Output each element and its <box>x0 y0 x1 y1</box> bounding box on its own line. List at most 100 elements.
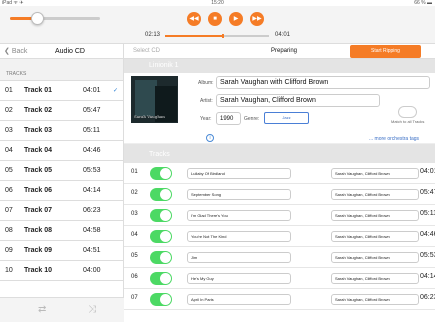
track-title: Track 01 <box>24 87 53 94</box>
track-duration: 05:11 <box>83 127 100 134</box>
shuffle-icon[interactable]: ⤨ <box>88 304 96 315</box>
track-artist-field[interactable]: Sarah Vaughan, Clifford Brown <box>331 168 419 179</box>
year-field[interactable]: 1990 <box>216 112 241 125</box>
track-title-field[interactable]: Jim <box>187 252 291 263</box>
track-duration: 04:51 <box>83 247 101 254</box>
row-number: 07 <box>131 295 138 301</box>
toggle-knob <box>160 189 171 200</box>
album-cover: Sarah Vaughan <box>131 76 178 123</box>
genre-field[interactable]: Jazz <box>264 112 309 124</box>
tracks-section-label: TRACKS <box>0 59 123 81</box>
album-label: Album: <box>198 80 214 86</box>
track-title-field[interactable]: September Song <box>187 189 291 200</box>
track-list-item[interactable]: 09 Track 09 04:51 <box>0 241 123 261</box>
track-duration: 05:47 <box>83 107 101 114</box>
track-number: 01 <box>5 87 13 94</box>
play-icon[interactable]: ▶ <box>229 12 243 26</box>
track-duration: 04:00 <box>83 267 101 274</box>
track-list-item[interactable]: 05 Track 05 05:53 <box>0 161 123 181</box>
start-ripping-button[interactable]: Start Ripping <box>350 45 421 58</box>
track-number: 05 <box>5 167 13 174</box>
row-number: 03 <box>131 211 138 217</box>
row-number: 06 <box>131 274 138 280</box>
previous-icon[interactable]: ◀◀ <box>187 12 201 26</box>
track-sidebar: ❮ Back Audio CD TRACKS 01 Track 01 04:01 ✓ 0… <box>0 44 124 322</box>
row-number: 04 <box>131 232 138 238</box>
track-editor-row: 07 April In Paris Sarah Vaughan, Clifford … <box>124 289 435 310</box>
album-field[interactable]: Sarah Vaughan with Clifford Brown <box>216 76 430 89</box>
genre-label: Genre: <box>244 116 260 122</box>
track-editor-row: 02 September Song Sarah Vaughan, Clifford … <box>124 184 435 205</box>
left-nav-title: Audio CD <box>55 48 85 55</box>
include-track-toggle[interactable] <box>150 272 172 285</box>
stop-icon[interactable]: ■ <box>208 12 222 26</box>
track-list: 01 Track 01 04:01 ✓ 02 Track 02 05:47 03 Track 0… <box>0 81 123 281</box>
volume-knob[interactable] <box>31 12 44 25</box>
track-list-item[interactable]: 02 Track 02 05:47 <box>0 101 123 121</box>
more-tags-link[interactable]: ... more orchestra tags <box>369 136 419 142</box>
track-duration: 05:53 <box>83 167 101 174</box>
track-title-field[interactable]: He's My Guy <box>187 273 291 284</box>
detail-toolbar: Select CD Preparing Start Ripping <box>124 44 435 59</box>
album-section-header: Linionik 1 <box>124 59 435 73</box>
track-list-item[interactable]: 10 Track 10 04:00 <box>0 261 123 281</box>
track-number: 09 <box>5 247 13 254</box>
repeat-icon[interactable]: ⇄ <box>38 304 46 315</box>
track-artist-field[interactable]: Sarah Vaughan, Clifford Brown <box>331 231 419 242</box>
track-editor-row: 01 Lullaby Of Birdland Sarah Vaughan, Clif… <box>124 163 435 184</box>
track-number: 10 <box>5 267 13 274</box>
track-artist-field[interactable]: Sarah Vaughan, Clifford Brown <box>331 273 419 284</box>
select-cd-button[interactable]: Select CD <box>133 44 160 59</box>
track-list-item[interactable]: 04 Track 04 04:46 <box>0 141 123 161</box>
track-artist-field[interactable]: Sarah Vaughan, Clifford Brown <box>331 294 419 305</box>
track-list-item[interactable]: 08 Track 08 04:58 <box>0 221 123 241</box>
track-duration: 04:01 <box>420 168 435 175</box>
track-editor-row: 03 I'm Glad There's You Sarah Vaughan, Cli… <box>124 205 435 226</box>
status-title: Preparing <box>271 48 298 54</box>
track-artist-field[interactable]: Sarah Vaughan, Clifford Brown <box>331 210 419 221</box>
track-duration: 04:14 <box>83 187 101 194</box>
track-title-field[interactable]: April In Paris <box>187 294 291 305</box>
track-title-field[interactable]: Lullaby Of Birdland <box>187 168 291 179</box>
track-duration: 04:01 <box>83 87 101 94</box>
track-title-field[interactable]: I'm Glad There's You <box>187 210 291 221</box>
left-footer: ⇄ ⤨ <box>0 297 124 322</box>
include-track-toggle[interactable] <box>150 188 172 201</box>
track-artist-field[interactable]: Sarah Vaughan, Clifford Brown <box>331 189 419 200</box>
track-duration: 05:47 <box>420 189 435 196</box>
next-icon[interactable]: ▶▶ <box>250 12 264 26</box>
detail-pane: Select CD Preparing Start Ripping Linion… <box>124 44 435 322</box>
left-navbar: ❮ Back Audio CD <box>0 44 123 59</box>
track-duration: 04:46 <box>420 231 435 238</box>
progress-slider[interactable] <box>165 34 269 38</box>
track-list-item[interactable]: 03 Track 03 05:11 <box>0 121 123 141</box>
progress-knob[interactable] <box>222 34 225 38</box>
track-artist-field[interactable]: Sarah Vaughan, Clifford Brown <box>331 252 419 263</box>
track-list-item[interactable]: 06 Track 06 04:14 <box>0 181 123 201</box>
include-track-toggle[interactable] <box>150 230 172 243</box>
include-track-toggle[interactable] <box>150 167 172 180</box>
artist-field[interactable]: Sarah Vaughan, Clifford Brown <box>216 94 380 107</box>
track-title: Track 09 <box>24 247 53 254</box>
track-duration: 04:58 <box>83 227 101 234</box>
track-list-item[interactable]: 07 Track 07 06:23 <box>0 201 123 221</box>
volume-slider[interactable] <box>10 12 100 25</box>
row-number: 05 <box>131 253 138 259</box>
info-icon[interactable]: i <box>206 134 214 142</box>
include-track-toggle[interactable] <box>150 209 172 222</box>
toggle-knob <box>160 168 171 179</box>
tracks-section-header: Tracks <box>124 144 435 163</box>
track-title: Track 10 <box>24 267 53 274</box>
match-all-toggle[interactable] <box>398 106 417 118</box>
toggle-knob <box>160 273 171 284</box>
track-number: 06 <box>5 187 13 194</box>
elapsed-time: 02:13 <box>145 32 161 38</box>
album-cover-text: Sarah Vaughan <box>134 114 165 119</box>
include-track-toggle[interactable] <box>150 293 172 306</box>
track-list-item[interactable]: 01 Track 01 04:01 ✓ <box>0 81 123 101</box>
toggle-knob <box>160 210 171 221</box>
player-bar: ◀◀ ■ ▶ ▶▶ 02:13 04:01 <box>0 6 435 44</box>
track-title-field[interactable]: You're Not The Kind <box>187 231 291 242</box>
include-track-toggle[interactable] <box>150 251 172 264</box>
back-button[interactable]: ❮ Back <box>4 44 27 59</box>
